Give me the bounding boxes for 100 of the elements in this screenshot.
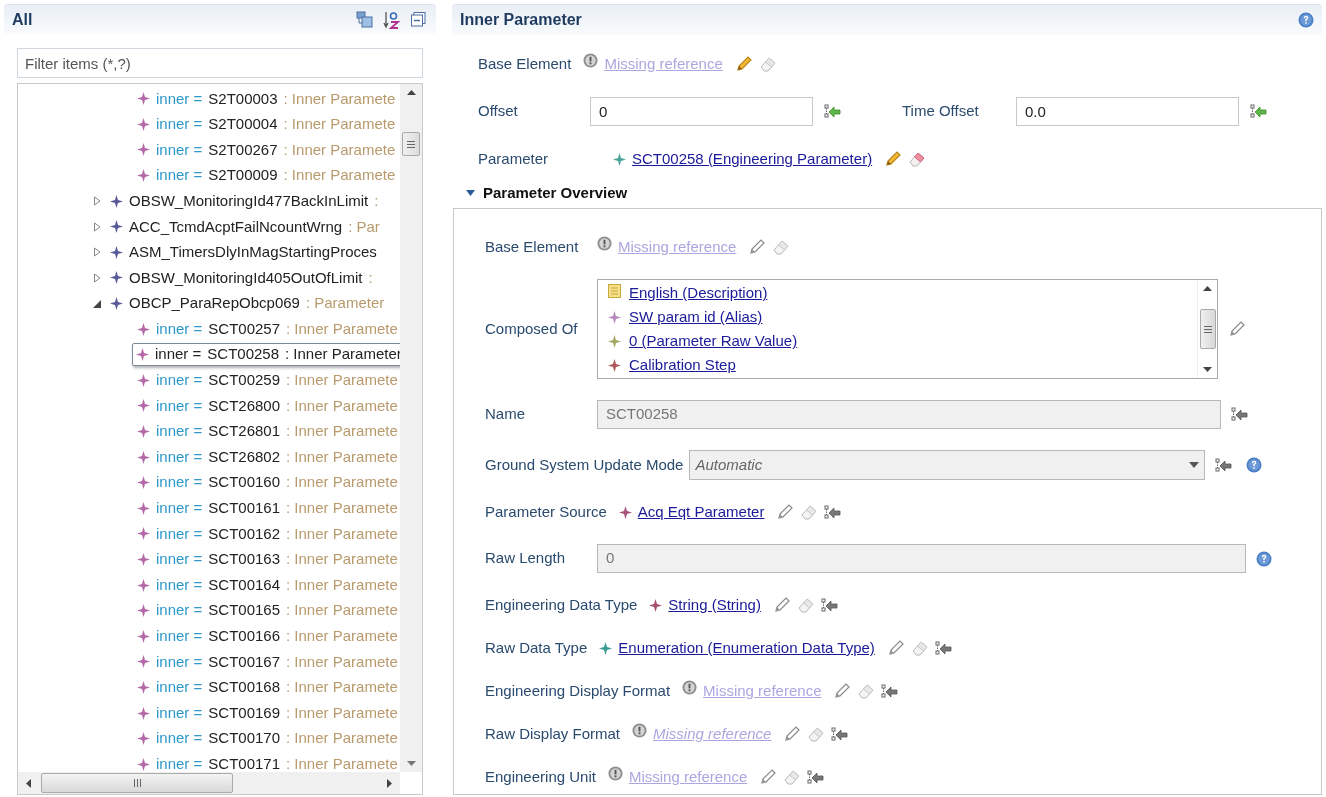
- sort-az-icon[interactable]: [383, 10, 401, 29]
- tree-item[interactable]: inner = SCT26802 : Inner Paramete: [133, 445, 400, 469]
- star-icon: [137, 322, 150, 336]
- scroll-down-icon[interactable]: [1203, 367, 1212, 372]
- tree-item[interactable]: inner = SCT00164 : Inner Paramete: [133, 573, 400, 597]
- panel-title: Inner Parameter: [460, 10, 582, 30]
- star-icon: [137, 553, 150, 566]
- filter-field[interactable]: Filter items (*,?): [17, 48, 423, 78]
- unset-arrow-icon[interactable]: [1215, 457, 1233, 473]
- star-icon: [137, 476, 150, 490]
- list-item-link[interactable]: English (Description): [629, 282, 768, 305]
- pencil-icon[interactable]: [759, 768, 778, 786]
- tree-item[interactable]: inner = SCT00163 : Inner Paramete: [133, 548, 400, 571]
- tree-item[interactable]: OBSW_MonitoringId477BackInLimit :: [110, 189, 379, 213]
- collapse-all-icon[interactable]: [411, 12, 426, 27]
- star-icon: [110, 245, 123, 259]
- reference-link[interactable]: String (String): [668, 593, 761, 617]
- text-field[interactable]: 0: [590, 97, 813, 126]
- horizontal-scrollbar[interactable]: [18, 772, 400, 794]
- scroll-up-icon[interactable]: [1203, 286, 1212, 291]
- star-icon: [110, 194, 123, 208]
- scroll-right-icon[interactable]: [387, 778, 392, 788]
- text-field[interactable]: 0.0: [1016, 97, 1239, 126]
- combo-box[interactable]: Automatic: [689, 450, 1206, 480]
- collapsed-caret-icon[interactable]: [93, 247, 102, 258]
- unset-arrow-icon[interactable]: [824, 504, 842, 520]
- collapsed-caret-icon[interactable]: [93, 196, 102, 207]
- tree-item[interactable]: inner = SCT00169 : Inner Paramete: [133, 701, 400, 725]
- tree-item[interactable]: inner = SCT00165 : Inner Paramete: [133, 599, 400, 623]
- tree-item[interactable]: inner = S2T00009 : Inner Paramete: [133, 164, 400, 188]
- tree-item[interactable]: ASM_TimersDlyInMagStartingProces: [110, 241, 377, 264]
- unset-arrow-icon[interactable]: [807, 769, 825, 785]
- reference-link[interactable]: SCT00258 (Engineering Parameter): [632, 147, 873, 171]
- section-toggle[interactable]: Parameter Overview: [466, 182, 1322, 204]
- tree-item[interactable]: inner = S2T00003 : Inner Paramete: [133, 87, 400, 111]
- pencil-icon[interactable]: [776, 503, 795, 521]
- star-icon: [137, 757, 150, 771]
- reference-link[interactable]: Enumeration (Enumeration Data Type): [618, 636, 875, 660]
- list-item-link[interactable]: SW param id (Alias): [629, 306, 763, 329]
- pencil-icon[interactable]: [886, 639, 905, 657]
- tree-item[interactable]: ACC_TcmdAcptFailNcountWrng : Par: [110, 215, 380, 238]
- field-label: Parameter Source: [485, 501, 608, 522]
- list-item-link[interactable]: Calibration Step: [629, 354, 736, 377]
- pencil-icon[interactable]: [772, 596, 791, 614]
- help-icon[interactable]: [1246, 457, 1263, 473]
- tree-item[interactable]: inner = SCT00170 : Inner Paramete: [133, 727, 400, 751]
- field-label: Base Element: [478, 53, 573, 74]
- tree-layers-icon[interactable]: [356, 11, 373, 28]
- readonly-field: 0: [597, 544, 1246, 573]
- eraser-icon[interactable]: [908, 150, 927, 168]
- unset-arrow-icon[interactable]: [1231, 407, 1248, 422]
- scroll-up-icon[interactable]: [406, 90, 416, 95]
- pencil-icon[interactable]: [783, 725, 802, 743]
- help-icon[interactable]: [1298, 12, 1314, 28]
- scroll-left-icon[interactable]: [26, 778, 31, 788]
- unset-arrow-icon[interactable]: [824, 104, 841, 119]
- pencil-icon[interactable]: [1228, 320, 1246, 338]
- warning-icon: [632, 722, 648, 738]
- unset-arrow-icon[interactable]: [831, 726, 849, 742]
- pencil-icon[interactable]: [884, 150, 903, 168]
- tree-item[interactable]: inner = SCT26801 : Inner Paramete: [133, 420, 400, 443]
- tree-item[interactable]: inner = S2T00004 : Inner Paramete: [133, 112, 400, 136]
- tree-item[interactable]: inner = S2T00267 : Inner Paramete: [133, 138, 400, 162]
- tree-item[interactable]: inner = SCT26800 : Inner Paramete: [133, 394, 400, 418]
- warning-icon: [597, 235, 612, 251]
- vertical-scrollbar[interactable]: [400, 84, 422, 772]
- collapsed-caret-icon[interactable]: [93, 272, 102, 283]
- warning-icon: [607, 765, 623, 781]
- star-icon: [137, 450, 150, 464]
- star-icon: [137, 92, 150, 106]
- unset-arrow-icon[interactable]: [1250, 104, 1267, 119]
- unset-arrow-icon[interactable]: [934, 640, 952, 656]
- unset-arrow-icon[interactable]: [820, 597, 838, 613]
- list-item-link[interactable]: 0 (Parameter Raw Value): [629, 330, 798, 353]
- pencil-icon[interactable]: [833, 682, 852, 700]
- tree-item[interactable]: inner = SCT00257 : Inner Paramete: [133, 317, 400, 341]
- tree-item[interactable]: inner = SCT00160 : Inner Paramete: [133, 471, 400, 495]
- tree-item[interactable]: inner = SCT00166 : Inner Paramete: [133, 624, 400, 648]
- composed-of-list[interactable]: English (Description) SW param id (Alias) 0 (Parameter Raw Value) Calibration Step: [597, 279, 1218, 379]
- tree-item[interactable]: inner = SCT00259 : Inner Paramete: [133, 368, 400, 392]
- tree-item[interactable]: inner = SCT00171 : Inner Paramete: [133, 752, 400, 772]
- field-label: Engineering Data Type: [485, 594, 639, 615]
- unset-arrow-icon[interactable]: [881, 683, 899, 699]
- pencil-icon[interactable]: [748, 238, 767, 256]
- star-icon: [137, 655, 150, 669]
- star-icon: [137, 604, 150, 618]
- star-icon: [137, 399, 150, 413]
- tree-item[interactable]: inner = SCT00161 : Inner Paramete: [133, 496, 400, 520]
- tree-item[interactable]: OBSW_MonitoringId405OutOfLimit :: [110, 266, 373, 290]
- collapsed-caret-icon[interactable]: [93, 221, 102, 232]
- help-icon[interactable]: [1256, 550, 1272, 567]
- tree-item[interactable]: inner = SCT00168 : Inner Paramete: [133, 675, 400, 699]
- tree-item[interactable]: OBCP_ParaRepObcp069 : Parameter: [110, 292, 385, 315]
- pencil-icon[interactable]: [734, 55, 753, 73]
- expanded-caret-icon[interactable]: [93, 298, 102, 309]
- tree-item[interactable]: inner = SCT00162 : Inner Paramete: [133, 522, 400, 546]
- tree-item[interactable]: inner = SCT00167 : Inner Paramete: [133, 650, 400, 674]
- reference-link[interactable]: Acq Eqt Parameter: [637, 500, 765, 524]
- star-icon: [136, 348, 149, 362]
- star-icon: [137, 117, 150, 131]
